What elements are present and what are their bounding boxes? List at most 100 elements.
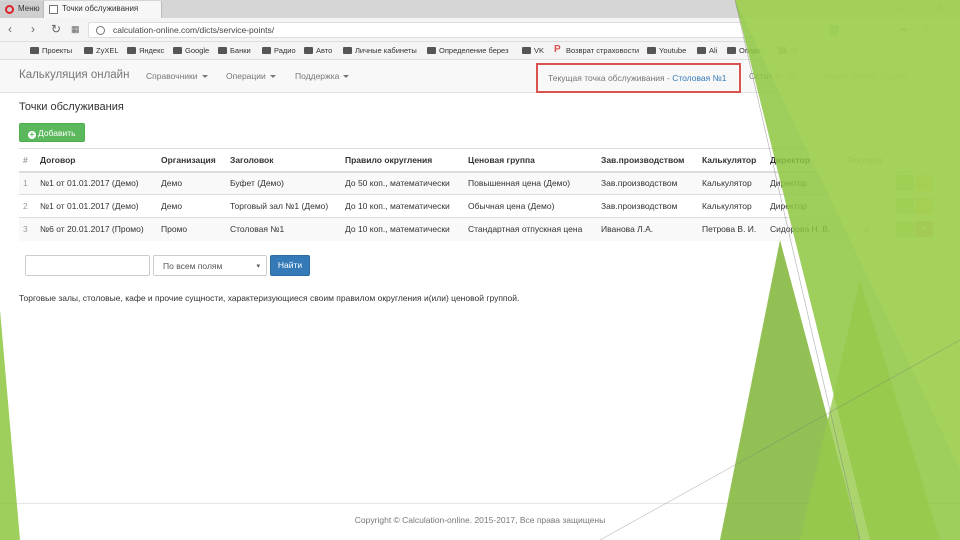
site-info-icon[interactable]: [96, 26, 105, 35]
browser-tab-bar: Меню Точки обслуживания − ☐ ✕: [0, 0, 960, 18]
maximize-button[interactable]: ☐: [896, 3, 904, 14]
column-header[interactable]: #: [19, 148, 36, 173]
caret-down-icon: [269, 75, 276, 79]
bookmark-label: Hi: [790, 46, 798, 55]
cell-title: Буфет (Демо): [226, 171, 341, 195]
menu-support[interactable]: Поддержка: [295, 71, 350, 81]
close-window-button[interactable]: ✕: [936, 3, 944, 14]
column-header[interactable]: Договор: [36, 148, 157, 173]
folder-icon: [697, 47, 706, 54]
bookmark-item[interactable]: Радио: [262, 46, 296, 55]
bookmark-item[interactable]: Проекты: [30, 46, 72, 55]
bookmark-item[interactable]: Яндекс: [127, 46, 164, 55]
search-icon[interactable]: ⌕: [896, 221, 914, 238]
find-button[interactable]: Найти: [270, 255, 310, 276]
bookmark-label: Яндекс: [139, 46, 165, 55]
bookmark-item[interactable]: Личные кабинеты: [343, 46, 417, 55]
current-check-icon: ✔: [843, 217, 892, 241]
menu-operations[interactable]: Операции: [226, 71, 276, 81]
bookmark-item[interactable]: Youtube: [647, 46, 686, 55]
search-icon[interactable]: ⌕: [896, 198, 914, 214]
bookmark-label: ZyXEL: [96, 46, 119, 55]
minimize-button[interactable]: −: [856, 3, 861, 13]
current-point-highlight: Текущая точка обслуживания - Столовая №1: [536, 63, 741, 93]
bookmark-item[interactable]: Определение берез: [427, 46, 509, 55]
bookmark-item[interactable]: Hi: [778, 46, 797, 55]
table-row[interactable]: 2 №1 от 01.01.2017 (Демо) Демо Торговый …: [19, 194, 942, 218]
grid-icon[interactable]: ▦: [71, 24, 80, 35]
deco-triangle-lower-2: [800, 280, 940, 540]
cell-org: Промо: [157, 217, 226, 241]
search-icon[interactable]: ⌕: [896, 175, 914, 192]
edit-icon[interactable]: ✎: [915, 198, 933, 214]
menu-dictionaries[interactable]: Справочники: [146, 71, 208, 81]
folder-icon: [727, 47, 736, 54]
download-icon[interactable]: ⇩: [922, 23, 930, 34]
search-select-value: По всем полям: [163, 261, 223, 271]
column-header[interactable]: Директор: [766, 148, 843, 173]
bookmark-item[interactable]: Банки: [218, 46, 251, 55]
menu-label: Операции: [226, 71, 266, 81]
search-input[interactable]: [25, 255, 150, 276]
url-field[interactable]: calculation-online.com/dicts/service-poi…: [88, 22, 848, 38]
edit-icon[interactable]: ✎: [915, 175, 933, 192]
column-header[interactable]: Ценовая группа: [464, 148, 597, 173]
bookmark-label: Личные кабинеты: [355, 46, 417, 55]
cell-calculator: Петрова В. И.: [698, 217, 766, 241]
tab-service-points[interactable]: Точки обслуживания: [44, 1, 162, 18]
shield-icon[interactable]: [829, 25, 839, 36]
tab-label-service-points: Точки обслуживания: [62, 4, 139, 13]
cell-title: Торговый зал №1 (Демо): [226, 194, 341, 218]
column-header[interactable]: Заголовок: [226, 148, 341, 173]
column-header[interactable]: Правило округления: [341, 148, 464, 173]
table-header-row: # Договор Организация Заголовок Правило …: [19, 148, 942, 173]
cell-title-link[interactable]: Столовая №1: [226, 217, 341, 241]
heart-icon[interactable]: ♡: [872, 23, 881, 34]
footer-copyright: Copyright © Calculation-online. 2015-201…: [354, 515, 606, 525]
cell-org: Демо: [157, 171, 226, 195]
brand-logo[interactable]: Калькуляция онлайн: [19, 69, 129, 81]
add-button-label: Добавить: [38, 128, 76, 138]
service-points-table: # Договор Организация Заголовок Правило …: [19, 148, 942, 241]
pinterest-icon: P: [554, 44, 561, 55]
bookmark-item[interactable]: Авто: [304, 46, 332, 55]
bookmark-label: Возврат страховости: [566, 46, 640, 55]
footer-divider: [0, 503, 960, 504]
bookmark-item[interactable]: P Возврат страховости: [554, 44, 640, 55]
current-point[interactable]: Текущая точка обслуживания - Столовая №1: [548, 73, 726, 83]
cell-current: [843, 194, 892, 218]
add-button[interactable]: + Добавить: [19, 123, 85, 142]
folder-icon: [173, 47, 182, 54]
folder-icon: [127, 47, 136, 54]
back-icon[interactable]: ‹: [8, 22, 12, 36]
reload-icon[interactable]: ↻: [51, 22, 61, 36]
folder-icon: [427, 47, 436, 54]
bookmark-label: Проекты: [42, 46, 73, 55]
folder-icon: [84, 47, 93, 54]
bookmark-item[interactable]: ZyXEL: [84, 46, 119, 55]
bookmark-item[interactable]: VK: [522, 46, 544, 55]
browser-menu-tab[interactable]: Меню: [0, 1, 44, 18]
current-point-label: Текущая точка обслуживания -: [548, 73, 673, 83]
table-row[interactable]: 3 №6 от 20.01.2017 (Промо) Промо Столова…: [19, 217, 942, 241]
column-header[interactable]: Зав.производством: [597, 148, 698, 173]
bookmark-item[interactable]: Ali: [697, 46, 717, 55]
balance-link[interactable]: Остаток - 0р.: [749, 71, 800, 81]
search-field-select[interactable]: По всем полям ▾: [153, 255, 267, 276]
column-header[interactable]: Калькулятор: [698, 148, 766, 173]
current-point-value[interactable]: Столовая №1: [672, 73, 726, 83]
folder-icon: [304, 47, 313, 54]
user-greeting[interactable]: Привет, Елена Будико: [820, 71, 907, 81]
page-description: Торговые залы, столовые, кафе и прочие с…: [19, 293, 520, 303]
bookmark-label: Youtube: [659, 46, 687, 55]
bookmark-item[interactable]: Опарас: [727, 46, 765, 55]
delete-icon[interactable]: ✕: [915, 221, 933, 238]
column-header[interactable]: Организация: [157, 148, 226, 173]
cell-actions: ⌕ ✎: [892, 171, 942, 195]
opera-logo-icon: [5, 5, 14, 14]
table-row[interactable]: 1 №1 от 01.01.2017 (Демо) Демо Буфет (Де…: [19, 171, 942, 195]
cloud-icon[interactable]: ☁: [898, 23, 908, 34]
forward-icon[interactable]: ›: [31, 22, 35, 36]
column-header[interactable]: Текущая: [843, 148, 892, 173]
bookmark-item[interactable]: Google: [173, 46, 209, 55]
